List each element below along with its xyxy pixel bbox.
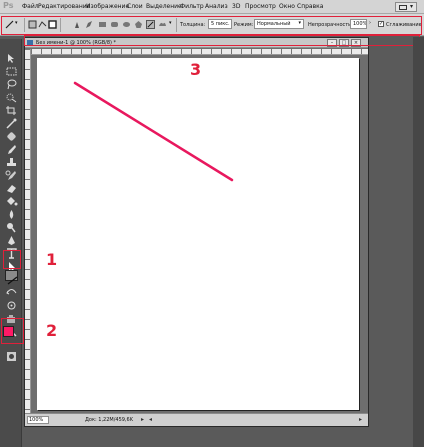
minimize-button[interactable]: – bbox=[327, 39, 337, 47]
brush-tool[interactable] bbox=[5, 140, 18, 154]
foreground-color-swatch[interactable] bbox=[3, 326, 14, 337]
type-tool[interactable] bbox=[5, 244, 18, 259]
annotation-number-1: 1 bbox=[46, 250, 58, 269]
opacity-label: Непрозрачность: bbox=[308, 22, 353, 28]
antialias-checkbox[interactable]: ✓ bbox=[378, 21, 384, 27]
rounded-rectangle-icon[interactable] bbox=[110, 20, 119, 29]
panel-dock-edge bbox=[413, 37, 424, 447]
mode-label: Режим: bbox=[234, 22, 254, 28]
toolbox bbox=[0, 39, 22, 447]
thickness-label: Толщина: bbox=[180, 22, 206, 28]
crop-tool[interactable] bbox=[5, 101, 18, 115]
screen-mode-button[interactable]: ▾ bbox=[395, 2, 417, 12]
antialias-label: Сглаживание bbox=[386, 22, 422, 28]
paths-icon[interactable] bbox=[38, 20, 47, 29]
lasso-tool[interactable] bbox=[5, 75, 18, 90]
separator bbox=[176, 18, 177, 32]
line-tool[interactable] bbox=[5, 270, 18, 285]
menu-help[interactable]: Справка bbox=[297, 3, 323, 10]
pen-icon[interactable] bbox=[73, 20, 82, 29]
chevron-right-icon[interactable]: ▸ bbox=[141, 416, 144, 423]
healing-brush-tool[interactable] bbox=[5, 127, 18, 141]
eyedropper-tool[interactable] bbox=[5, 114, 18, 129]
polygon-icon[interactable] bbox=[134, 20, 143, 29]
quick-mask-icon bbox=[7, 352, 16, 361]
menu-image[interactable]: Изображение bbox=[86, 3, 129, 10]
shape-layers-icon[interactable] bbox=[28, 20, 37, 29]
gradient-tool[interactable] bbox=[5, 192, 18, 206]
document-window: Без имени-1 @ 100% (RGB/8) * – □ × 100% … bbox=[24, 37, 369, 427]
opacity-input[interactable]: 100% bbox=[350, 19, 367, 29]
chevron-down-icon: ▾ bbox=[410, 3, 414, 10]
mode-select-value: Нормальный bbox=[257, 21, 291, 27]
rectangle-icon[interactable] bbox=[98, 20, 107, 29]
horizontal-ruler bbox=[31, 49, 368, 55]
pink-line-stroke bbox=[73, 81, 234, 182]
pen-tool[interactable] bbox=[5, 231, 18, 245]
quick-mask-button[interactable] bbox=[5, 347, 18, 361]
chevron-right-icon[interactable]: › bbox=[369, 20, 371, 26]
menu-analysis[interactable]: Анализ bbox=[205, 3, 228, 10]
custom-shape-icon[interactable] bbox=[158, 20, 167, 29]
fill-pixels-icon[interactable] bbox=[48, 20, 57, 29]
freeform-pen-icon[interactable] bbox=[85, 20, 94, 29]
document-tab[interactable]: Без имени-1 @ 100% (RGB/8) * – □ × bbox=[25, 38, 368, 48]
chevron-left-icon[interactable]: ◂ bbox=[149, 416, 152, 423]
annotation-number-3: 3 bbox=[190, 60, 202, 79]
blur-tool[interactable] bbox=[5, 205, 18, 219]
menu-window[interactable]: Окно bbox=[279, 3, 295, 10]
screen-mode-icon bbox=[399, 5, 407, 10]
separator bbox=[24, 18, 25, 32]
status-bar: 100% Док: 1,22M/459,6K ▸ ◂ ▸ bbox=[25, 413, 368, 426]
3d-camera-tool[interactable] bbox=[5, 296, 18, 310]
chevron-down-icon: ▾ bbox=[298, 20, 301, 26]
chevron-right-icon[interactable]: ▸ bbox=[359, 416, 362, 423]
menu-3d[interactable]: 3D bbox=[232, 3, 240, 10]
document-icon bbox=[27, 40, 33, 46]
annotation-number-2: 2 bbox=[46, 321, 58, 340]
menu-view[interactable]: Просмотр bbox=[245, 3, 276, 10]
clone-stamp-tool[interactable] bbox=[5, 153, 18, 166]
move-tool[interactable] bbox=[5, 49, 18, 63]
photoshop-logo: Ps bbox=[3, 1, 14, 10]
ellipse-icon[interactable] bbox=[122, 20, 131, 29]
eraser-tool[interactable] bbox=[5, 179, 18, 193]
history-brush-tool[interactable] bbox=[5, 166, 18, 180]
chevron-down-icon[interactable]: ▾ bbox=[15, 20, 18, 26]
menu-file[interactable]: Файл bbox=[22, 3, 39, 10]
maximize-button[interactable]: □ bbox=[339, 39, 349, 47]
hand-tool[interactable] bbox=[5, 309, 18, 323]
options-bar: ▾ ▾ Толщина: 5 пикс. Режим: Нормальный ▾… bbox=[0, 14, 424, 36]
line-tool-preset-icon[interactable] bbox=[5, 20, 14, 29]
menu-bar: Ps Файл Редактирование Изображение Слои … bbox=[0, 0, 424, 14]
menu-select[interactable]: Выделение bbox=[146, 3, 182, 10]
close-button[interactable]: × bbox=[351, 39, 361, 47]
drawn-line bbox=[73, 81, 234, 182]
zoom-input[interactable]: 100% bbox=[27, 416, 49, 424]
dodge-tool[interactable] bbox=[5, 218, 18, 233]
menu-filter[interactable]: Фильтр bbox=[180, 3, 204, 10]
path-selection-tool[interactable] bbox=[5, 257, 18, 271]
menu-edit[interactable]: Редактирование bbox=[38, 3, 90, 10]
quick-select-tool[interactable] bbox=[5, 88, 18, 103]
document-size-info: Док: 1,22M/459,6K bbox=[85, 417, 133, 423]
thickness-input[interactable]: 5 пикс. bbox=[208, 19, 232, 29]
canvas[interactable] bbox=[37, 58, 359, 410]
menu-layers[interactable]: Слои bbox=[127, 3, 143, 10]
separator bbox=[60, 18, 61, 32]
vertical-ruler bbox=[25, 49, 31, 413]
chevron-down-icon[interactable]: ▾ bbox=[169, 20, 172, 26]
mode-select[interactable]: Нормальный ▾ bbox=[254, 19, 304, 29]
document-title: Без имени-1 @ 100% (RGB/8) * bbox=[36, 40, 117, 46]
3d-rotate-tool[interactable] bbox=[5, 283, 18, 295]
marquee-tool[interactable] bbox=[5, 62, 18, 76]
line-shape-icon[interactable] bbox=[146, 20, 155, 29]
